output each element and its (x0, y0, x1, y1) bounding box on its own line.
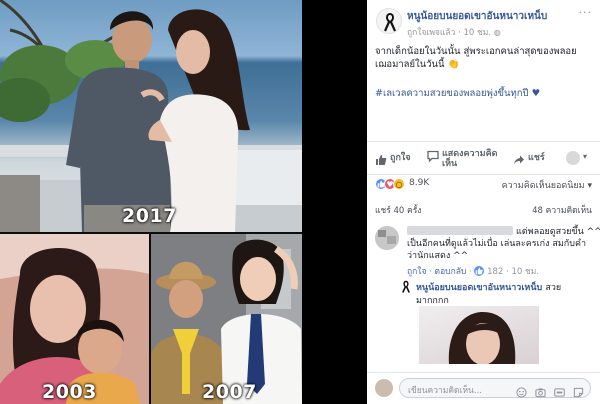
comment-like-count: 182 (487, 267, 504, 277)
post-header: หนูน้อยบนยอดเขาอันหนาวเหน็บ ถูกใจเพจแล้ว… (367, 0, 600, 40)
year-label-2007: 2007 (202, 381, 257, 403)
viewer-avatar-selector[interactable]: ▾ (566, 151, 592, 167)
emoji-glyph (516, 387, 527, 398)
year-label-2017: 2017 (122, 205, 177, 227)
reaction-count: 8.9K (409, 178, 430, 188)
like-button[interactable]: ถูกใจ (375, 153, 411, 165)
sticker-icon[interactable] (573, 383, 584, 398)
page-avatar[interactable] (376, 8, 402, 34)
commenter-name-redacted[interactable] (407, 226, 513, 235)
page-liked-status[interactable]: ถูกใจเพจแล้ว (407, 28, 455, 38)
comment-count[interactable]: 48 ความคิดเห็น (532, 203, 592, 217)
share-count[interactable]: แชร์ 40 ครั้ง (375, 203, 421, 217)
composer-tools (513, 383, 584, 402)
camera-glyph (535, 388, 546, 398)
reply-author[interactable]: หนูน้อยบนยอดเขาอันหนาวเหน็บ (416, 283, 542, 293)
share-button[interactable]: แชร์ (513, 153, 545, 165)
mourning-ribbon-icon (383, 12, 397, 32)
sticker-glyph (573, 387, 584, 398)
emoji-icon[interactable] (516, 383, 527, 398)
viewer-avatar (566, 151, 580, 165)
comment-button[interactable]: แสดงความคิดเห็น (427, 149, 499, 169)
reply-image-illustration (448, 311, 516, 364)
reply-attached-image[interactable] (419, 306, 539, 364)
mourning-ribbon-icon[interactable] (399, 280, 413, 294)
post-hashtag[interactable]: #เลเวลความสวยของพลอยพุ่งขึ้นทุกปี ♥ (375, 86, 593, 101)
wow-reaction-icon: ○ (393, 178, 405, 190)
post-caption: จากเด็กน้อยในวันนั้น สู่พระเอกคนล่าสุดขอ… (375, 46, 577, 70)
thumbs-up-icon (376, 155, 387, 165)
like-button-label: ถูกใจ (390, 153, 411, 163)
comment-like-badge[interactable] (474, 266, 485, 276)
chevron-down-icon: ▾ (583, 152, 588, 161)
reply-author-line: หนูน้อยบนยอดเขาอันหนาวเหน็บ สวย (416, 280, 561, 294)
comment-sort-dropdown[interactable]: ความคิดเห็นยอดนิยม ▾ (502, 178, 592, 192)
comment-input-placeholder: เขียนความคิดเห็น... (408, 386, 482, 396)
share-button-label: แชร์ (528, 153, 545, 163)
photo-2017: 2017 (0, 0, 302, 232)
post-side-panel: หนูน้อยบนยอดเขาอันหนาวเหน็บ ถูกใจเพจแล้ว… (367, 0, 600, 404)
post-photo-collage[interactable]: 2017 2003 2007 (0, 0, 302, 404)
post-options-icon[interactable]: ··· (579, 6, 593, 19)
comment-like-icon (476, 267, 484, 275)
comment-meta: ถูกใจ · ตอบกลับ · 182 · 10 ชม. (407, 264, 539, 278)
comment-bubble-icon (427, 150, 439, 162)
photo-2003-illustration (0, 234, 149, 404)
share-arrow-icon (514, 155, 524, 165)
globe-icon: ◍ (493, 28, 501, 37)
page-name[interactable]: หนูน้อยบนยอดเขาอันหนาวเหน็บ (407, 9, 547, 24)
camera-icon[interactable] (535, 383, 546, 398)
comment-button-label: แสดงความคิดเห็น (442, 149, 498, 169)
post-action-bar: ถูกใจ แสดงความคิดเห็น แชร์ ▾ (367, 141, 600, 175)
post-timestamp[interactable]: 10 ชม. (463, 28, 491, 38)
photo-2007-illustration (151, 234, 302, 404)
comment-timestamp[interactable]: 10 ชม. (511, 267, 539, 277)
reply-text-inline: สวย (545, 283, 562, 293)
year-label-2003: 2003 (42, 381, 97, 403)
photo-2003: 2003 (0, 234, 149, 404)
commenter-avatar-image (375, 226, 399, 250)
comment-reply-link[interactable]: ตอบกลับ (435, 267, 467, 277)
current-user-avatar (375, 379, 393, 397)
comment-text-line2: เป็นอีกคนที่ดูแล้วไม่เบื่อ เล่นละครเก่ง … (407, 239, 587, 261)
post-meta: ถูกใจเพจแล้ว · 10 ชม. ◍ (407, 25, 501, 39)
comment-composer: เขียนความคิดเห็น... (367, 372, 600, 404)
reply-text-line2: มากกกก (416, 296, 449, 306)
photo-2007: 2007 (151, 234, 302, 404)
screenshot-root: 2017 2003 2007 หนูน้อยบนยอดเขาอันหนาวเหน… (0, 0, 600, 404)
comment-input[interactable]: เขียนความคิดเห็น... (399, 378, 591, 398)
gif-icon[interactable] (554, 383, 565, 397)
comment-like-link[interactable]: ถูกใจ (407, 267, 426, 277)
commenter-avatar[interactable] (375, 226, 399, 250)
gif-glyph (554, 388, 565, 397)
photo-2017-illustration (0, 0, 302, 232)
comment-text-line1: แต่พลอยดูสวยขึ้น ^^ (516, 227, 600, 237)
